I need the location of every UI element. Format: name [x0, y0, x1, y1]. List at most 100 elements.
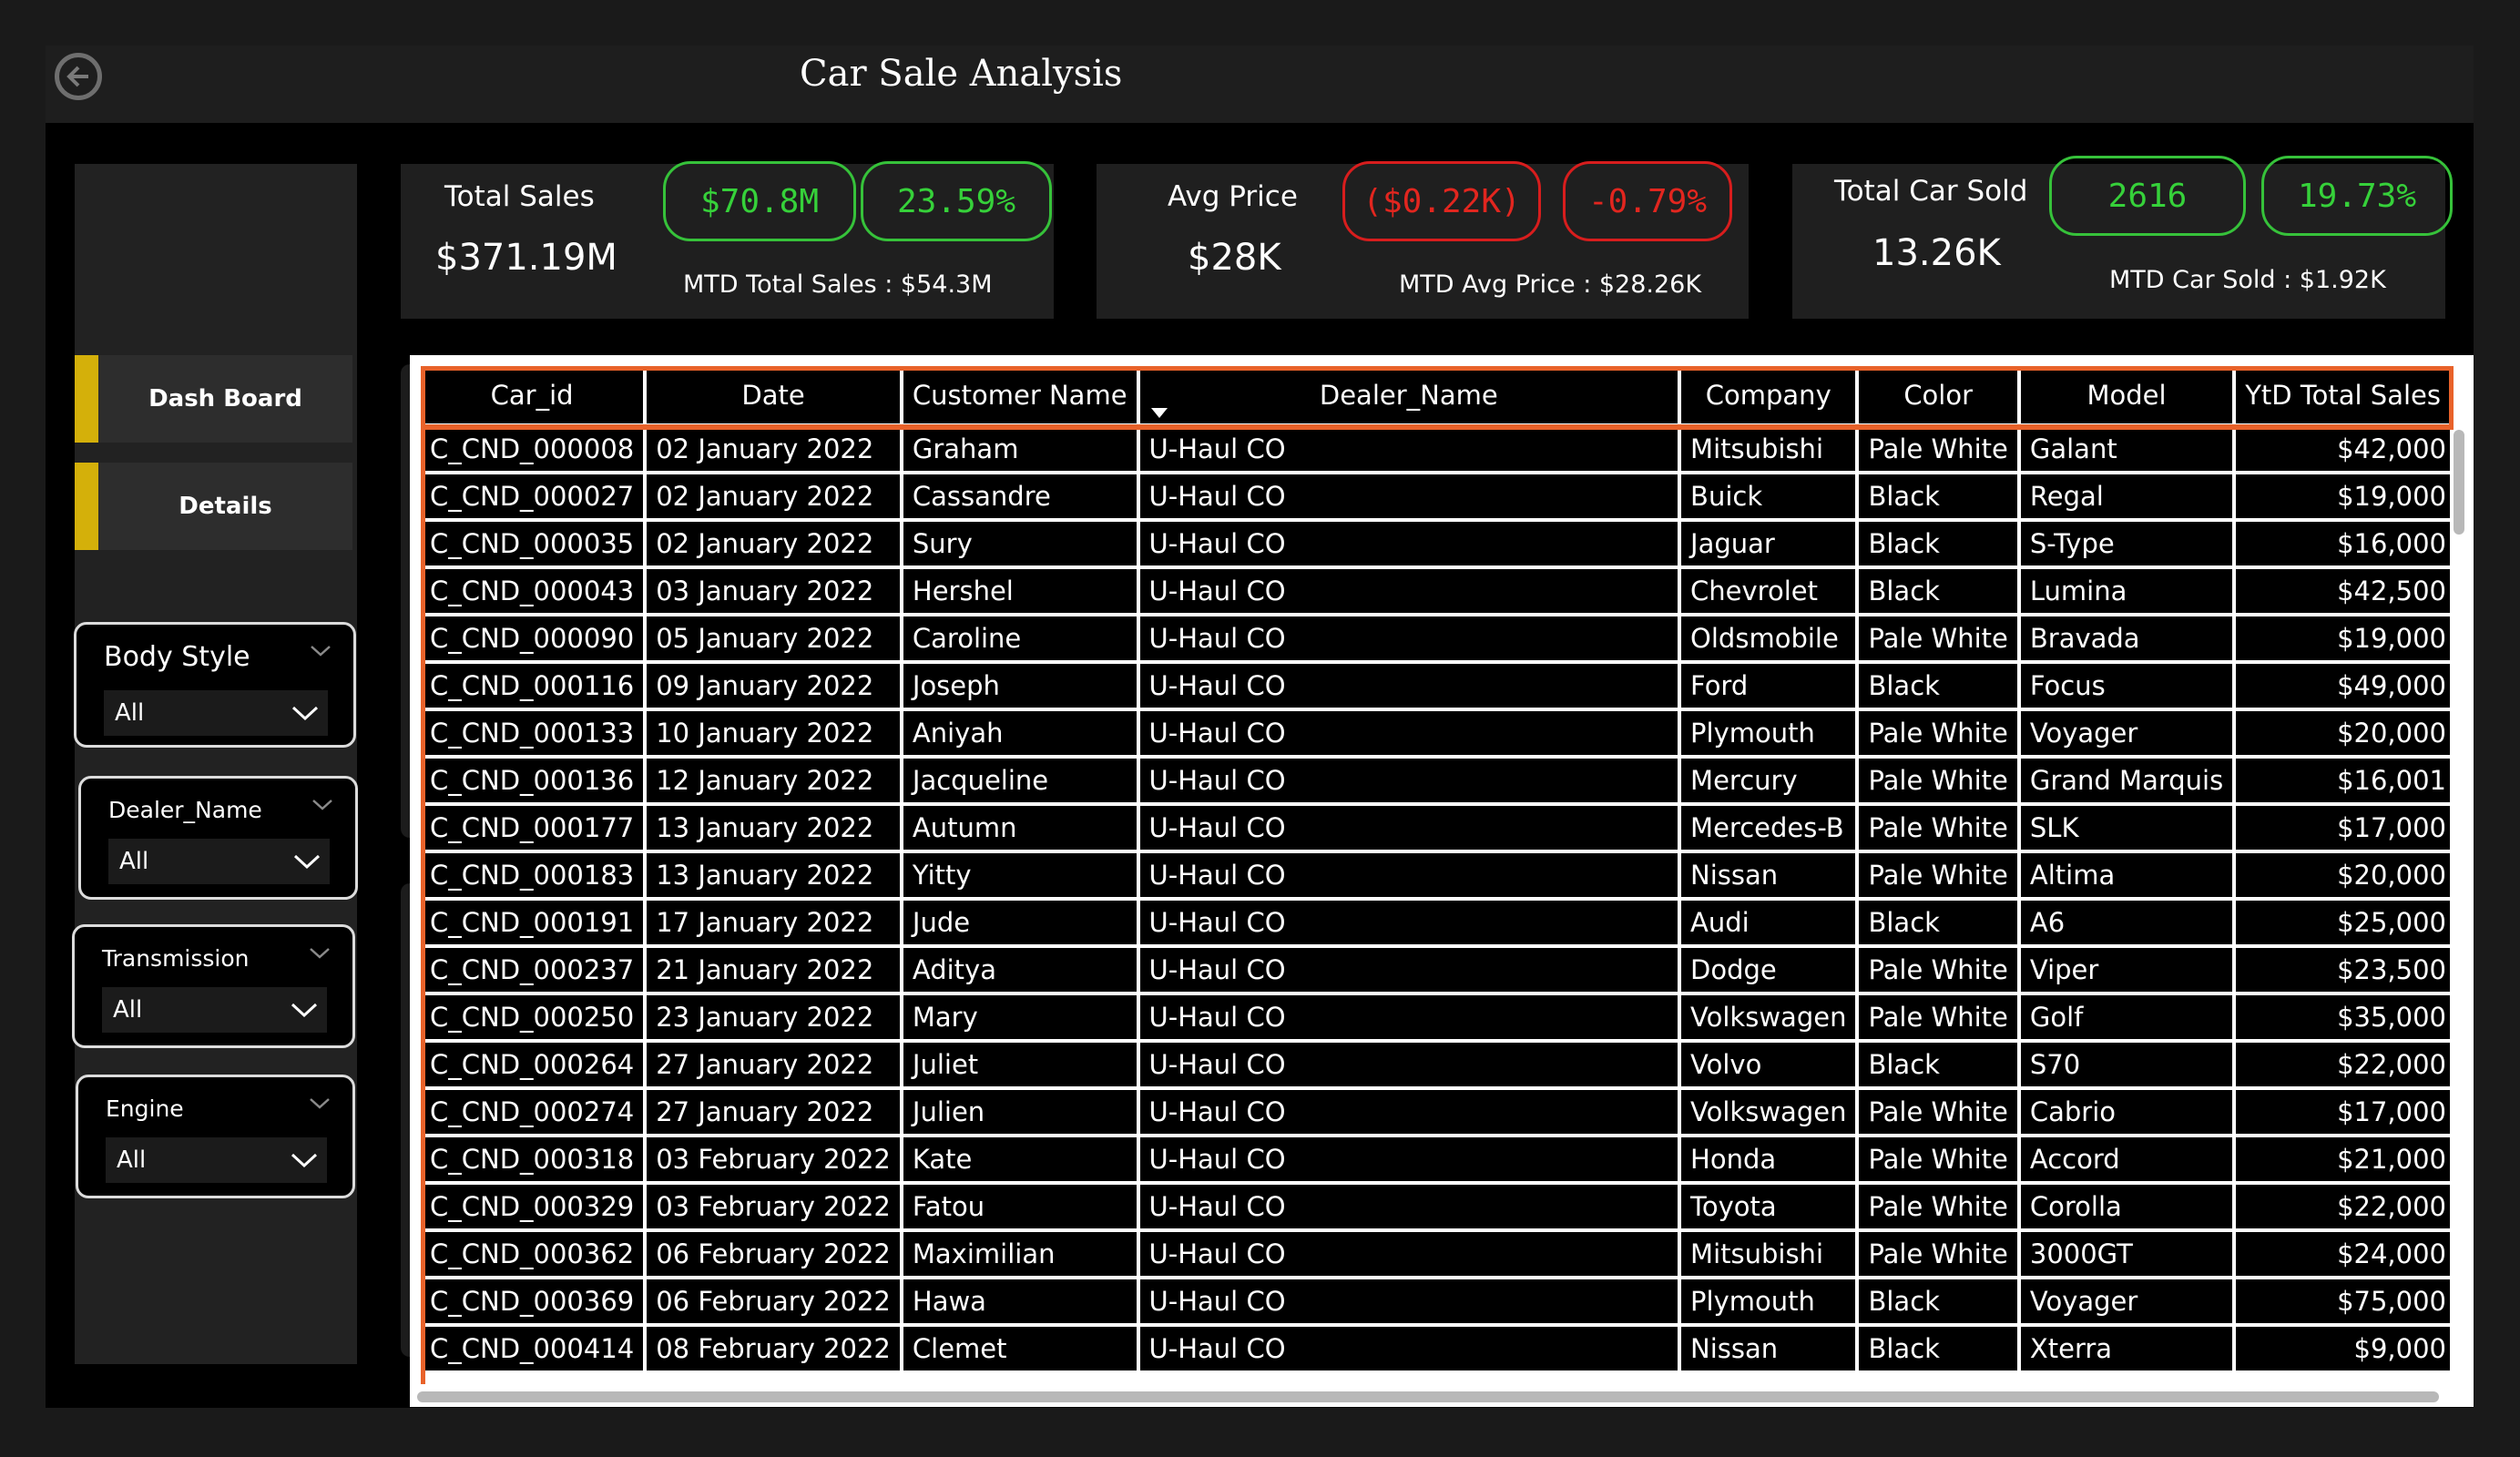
table-row[interactable]: C_CND_000008 02 January 2022 Graham U-Haul … — [421, 427, 2450, 471]
kpi-value: $28K — [1188, 237, 1281, 279]
cell-model: Lumina — [2020, 569, 2233, 613]
table-row[interactable]: C_CND_000043 03 January 2022 Hershel U-Haul… — [421, 569, 2450, 613]
kpi-percent-pill: -0.79% — [1563, 161, 1732, 241]
table-row[interactable]: C_CND_000133 10 January 2022 Aniyah U-Haul … — [421, 711, 2450, 755]
cell-car-id: C_CND_000237 — [421, 948, 644, 992]
cell-ytd-total-sales: $24,000 — [2236, 1232, 2450, 1276]
cell-customer-name: Aniyah — [903, 711, 1137, 755]
cell-customer-name: Fatou — [903, 1185, 1137, 1228]
dropdown-value: All — [119, 848, 149, 875]
cell-car-id: C_CND_000329 — [421, 1185, 644, 1228]
cell-color: Pale White — [1859, 759, 2017, 802]
cell-dealer-name: U-Haul CO — [1139, 1327, 1678, 1370]
cell-customer-name: Joseph — [903, 664, 1137, 708]
engine-dropdown[interactable]: All — [106, 1137, 327, 1183]
table-row[interactable]: C_CND_000191 17 January 2022 Jude U-Haul CO… — [421, 901, 2450, 944]
column-header-company[interactable]: Company — [1681, 366, 1856, 423]
table-row[interactable]: C_CND_000264 27 January 2022 Juliet U-Haul … — [421, 1043, 2450, 1086]
cell-color: Black — [1859, 1279, 2017, 1323]
column-header-color[interactable]: Color — [1859, 366, 2017, 423]
cell-model: Cabrio — [2020, 1090, 2233, 1134]
cell-customer-name: Graham — [903, 427, 1137, 471]
table-row[interactable]: C_CND_000237 21 January 2022 Aditya U-Haul … — [421, 948, 2450, 992]
cell-ytd-total-sales: $42,500 — [2236, 569, 2450, 613]
cell-car-id: C_CND_000183 — [421, 853, 644, 897]
cell-model: Voyager — [2020, 1279, 2233, 1323]
cell-dealer-name: U-Haul CO — [1139, 711, 1678, 755]
sort-descending-icon — [1150, 408, 1168, 418]
table-row[interactable]: C_CND_000318 03 February 2022 Kate U-Haul C… — [421, 1137, 2450, 1181]
table-row[interactable]: C_CND_000136 12 January 2022 Jacqueline U-H… — [421, 759, 2450, 802]
horizontal-scrollbar[interactable] — [417, 1391, 2439, 1402]
cell-color: Black — [1859, 901, 2017, 944]
body-style-dropdown[interactable]: All — [104, 690, 328, 736]
cell-color: Pale White — [1859, 995, 2017, 1039]
kpi-value: $371.19M — [435, 237, 617, 279]
chevron-down-icon — [291, 706, 319, 721]
column-header-model[interactable]: Model — [2020, 366, 2233, 423]
cell-company: Nissan — [1681, 1327, 1856, 1370]
slicer-transmission: Transmission All — [72, 924, 355, 1048]
cell-car-id: C_CND_000362 — [421, 1232, 644, 1276]
chevron-down-icon[interactable] — [311, 799, 333, 811]
cell-customer-name: Aditya — [903, 948, 1137, 992]
cell-ytd-total-sales: $16,001 — [2236, 759, 2450, 802]
table-row[interactable]: C_CND_000116 09 January 2022 Joseph U-Haul … — [421, 664, 2450, 708]
column-header-date[interactable]: Date — [647, 366, 900, 423]
table-row[interactable]: C_CND_000090 05 January 2022 Caroline U-Hau… — [421, 616, 2450, 660]
cell-dealer-name: U-Haul CO — [1139, 759, 1678, 802]
cell-car-id: C_CND_000177 — [421, 806, 644, 850]
slicer-dealer-name: Dealer_Name All — [78, 776, 358, 900]
cell-company: Oldsmobile — [1681, 616, 1856, 660]
table-body: C_CND_000008 02 January 2022 Graham U-Haul … — [421, 427, 2450, 1370]
chevron-down-icon[interactable] — [309, 1097, 331, 1110]
nav-details-button[interactable]: Details — [75, 463, 352, 550]
nav-label: Details — [179, 493, 272, 520]
cell-dealer-name: U-Haul CO — [1139, 474, 1678, 518]
column-header-ytd-total-sales[interactable]: YtD Total Sales — [2236, 366, 2450, 423]
cell-car-id: C_CND_000008 — [421, 427, 644, 471]
vertical-scrollbar[interactable] — [2454, 430, 2464, 535]
transmission-dropdown[interactable]: All — [102, 987, 327, 1033]
cell-model: Altima — [2020, 853, 2233, 897]
table-row[interactable]: C_CND_000027 02 January 2022 Cassandre U-Ha… — [421, 474, 2450, 518]
cell-customer-name: Cassandre — [903, 474, 1137, 518]
cell-color: Black — [1859, 664, 2017, 708]
table-row[interactable]: C_CND_000035 02 January 2022 Sury U-Haul CO… — [421, 522, 2450, 565]
cell-dealer-name: U-Haul CO — [1139, 901, 1678, 944]
cell-customer-name: Caroline — [903, 616, 1137, 660]
table-row[interactable]: C_CND_000250 23 January 2022 Mary U-Haul CO… — [421, 995, 2450, 1039]
column-header-car-id[interactable]: Car_id — [421, 366, 644, 423]
nav-dashboard-button[interactable]: Dash Board — [75, 355, 352, 443]
cell-date: 10 January 2022 — [647, 711, 900, 755]
back-button[interactable] — [55, 53, 102, 100]
cell-company: Volvo — [1681, 1043, 1856, 1086]
cell-company: Mitsubishi — [1681, 427, 1856, 471]
table-row[interactable]: C_CND_000274 27 January 2022 Julien U-Haul … — [421, 1090, 2450, 1134]
cell-company: Chevrolet — [1681, 569, 1856, 613]
table-row[interactable]: C_CND_000369 06 February 2022 Hawa U-Haul C… — [421, 1279, 2450, 1323]
table-row[interactable]: C_CND_000329 03 February 2022 Fatou U-Haul … — [421, 1185, 2450, 1228]
cell-model: Golf — [2020, 995, 2233, 1039]
column-header-dealer-name[interactable]: Dealer_Name — [1139, 366, 1678, 423]
table-row[interactable]: C_CND_000414 08 February 2022 Clemet U-Haul… — [421, 1327, 2450, 1370]
cell-model: 3000GT — [2020, 1232, 2233, 1276]
table-row[interactable]: C_CND_000177 13 January 2022 Autumn U-Haul … — [421, 806, 2450, 850]
cell-customer-name: Jacqueline — [903, 759, 1137, 802]
cell-company: Ford — [1681, 664, 1856, 708]
chevron-down-icon[interactable] — [309, 947, 331, 960]
table-row[interactable]: C_CND_000183 13 January 2022 Yitty U-Haul C… — [421, 853, 2450, 897]
kpi-mtd-text: MTD Car Sold : $1.92K — [2109, 266, 2386, 294]
cell-date: 08 February 2022 — [647, 1327, 900, 1370]
kpi-label: Total Car Sold — [1834, 175, 2028, 208]
selection-border — [421, 430, 425, 1384]
cell-model: Galant — [2020, 427, 2233, 471]
cell-car-id: C_CND_000191 — [421, 901, 644, 944]
column-header-customer-name[interactable]: Customer Name — [903, 366, 1137, 423]
table-row[interactable]: C_CND_000362 06 February 2022 Maximilian U-… — [421, 1232, 2450, 1276]
cell-dealer-name: U-Haul CO — [1139, 664, 1678, 708]
dropdown-value: All — [113, 996, 143, 1024]
chevron-down-icon[interactable] — [310, 645, 332, 657]
dealer-name-dropdown[interactable]: All — [108, 839, 330, 884]
cell-ytd-total-sales: $19,000 — [2236, 474, 2450, 518]
